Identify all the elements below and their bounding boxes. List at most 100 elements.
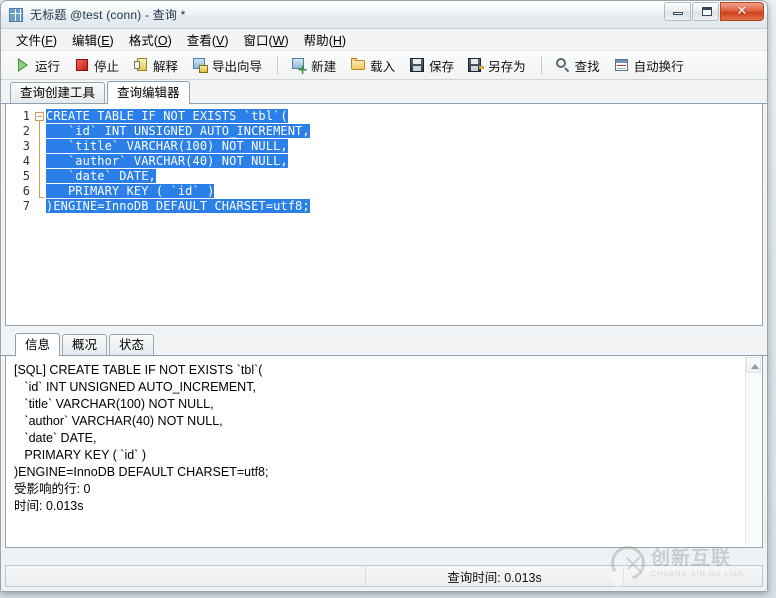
code-line-text: )ENGINE=InnoDB DEFAULT CHARSET=utf8;	[46, 199, 310, 213]
explain-icon	[133, 57, 149, 73]
load-button[interactable]: 载入	[344, 53, 401, 77]
tab-info[interactable]: 信息	[15, 333, 61, 356]
query-window: 无标题 @test (conn) - 查询 * ✕ 文件(F) 编辑(E) 格式…	[0, 0, 768, 592]
close-button[interactable]: ✕	[720, 2, 764, 21]
line-number: 7	[22, 199, 30, 213]
window-title: 无标题 @test (conn) - 查询 *	[30, 8, 186, 22]
menu-item-view[interactable]: 查看(V)	[180, 28, 237, 51]
code-line-text: `title` VARCHAR(100) NOT NULL,	[46, 139, 288, 153]
save-button-label: 保存	[429, 59, 455, 74]
maximize-icon	[702, 7, 712, 16]
line-number: 6	[22, 184, 30, 198]
line-number: 2	[22, 124, 30, 138]
info-panel[interactable]: [SQL] CREATE TABLE IF NOT EXISTS `tbl`( …	[5, 356, 763, 548]
code-line-text: CREATE TABLE IF NOT EXISTS `tbl`(	[46, 109, 288, 123]
stop-icon	[74, 57, 90, 73]
stop-button[interactable]: 停止	[68, 53, 125, 77]
code-line-text: `id` INT UNSIGNED AUTO_INCREMENT,	[46, 124, 310, 138]
tab-profile[interactable]: 概况	[62, 334, 108, 355]
line-number-gutter: 1 2 3 4 5 6 7	[7, 105, 33, 324]
code-folding-column[interactable]	[33, 105, 46, 324]
menu-item-help[interactable]: 帮助(H)	[297, 28, 354, 51]
code-line: `title` VARCHAR(100) NOT NULL,	[46, 139, 761, 154]
menu-label-format: 格式	[128, 34, 154, 48]
code-line-text: `date` DATE,	[46, 169, 156, 183]
close-icon: ✕	[736, 4, 748, 19]
stop-button-label: 停止	[94, 59, 120, 74]
menu-label-window: 窗口	[243, 34, 269, 48]
new-query-button-label: 新建	[311, 59, 337, 74]
explain-button-label: 解释	[153, 59, 179, 74]
menu-mnemonic-help: H	[332, 34, 342, 48]
menu-label-view: 查看	[186, 34, 212, 48]
tab-status[interactable]: 状态	[109, 334, 155, 355]
new-query-icon	[291, 57, 308, 77]
save-as-button[interactable]: 另存为	[462, 53, 532, 77]
menu-bar: 文件(F) 编辑(E) 格式(O) 查看(V) 窗口(W) 帮助(H)	[1, 29, 767, 51]
menu-item-format[interactable]: 格式(O)	[122, 28, 180, 51]
menu-item-window[interactable]: 窗口(W)	[237, 28, 297, 51]
editor-tab-strip: 查询创建工具 查询编辑器	[1, 80, 767, 104]
code-line: PRIMARY KEY ( `id` )	[46, 184, 761, 199]
status-left-cell	[6, 566, 366, 586]
save-icon	[409, 57, 425, 73]
code-line: `id` INT UNSIGNED AUTO_INCREMENT,	[46, 124, 761, 139]
scroll-up-arrow-icon[interactable]	[746, 357, 761, 373]
code-line: )ENGINE=InnoDB DEFAULT CHARSET=utf8;	[46, 199, 761, 214]
new-query-button[interactable]: 新建	[285, 53, 342, 77]
toolbar-separator-1	[277, 56, 279, 74]
save-as-icon	[468, 57, 484, 73]
tab-query-builder[interactable]: 查询创建工具	[10, 82, 106, 103]
toolbar-separator-2	[540, 56, 542, 74]
tab-query-editor[interactable]: 查询编辑器	[107, 81, 190, 104]
export-wizard-icon	[192, 57, 209, 73]
menu-label-edit: 编辑	[72, 34, 98, 48]
collapse-minus-icon[interactable]	[35, 112, 44, 121]
line-number: 1	[22, 109, 30, 123]
explain-button[interactable]: 解释	[127, 53, 184, 77]
run-button[interactable]: 运行	[9, 53, 66, 77]
line-number: 5	[22, 169, 30, 183]
code-line-text: `author` VARCHAR(40) NOT NULL,	[46, 154, 288, 168]
run-button-label: 运行	[35, 59, 61, 74]
status-bar: 查询时间: 0.013s	[5, 565, 763, 587]
code-line-text: PRIMARY KEY ( `id` )	[46, 184, 215, 198]
find-button-label: 查找	[574, 59, 600, 74]
toolbar: 运行 停止 解释 导出向导 新建 载入 保存 另存为	[1, 51, 767, 80]
scrollbar-track[interactable]	[746, 373, 761, 546]
word-wrap-icon	[614, 57, 630, 73]
minimize-icon	[673, 12, 683, 15]
search-icon	[555, 57, 571, 73]
menu-mnemonic-view: V	[215, 34, 225, 48]
menu-item-file[interactable]: 文件(F)	[9, 28, 65, 51]
minimize-button[interactable]	[664, 2, 691, 21]
code-line: CREATE TABLE IF NOT EXISTS `tbl`(	[46, 109, 761, 124]
find-button[interactable]: 查找	[549, 53, 606, 77]
fold-guide-end	[39, 197, 44, 198]
menu-item-edit[interactable]: 编辑(E)	[65, 28, 122, 51]
export-wizard-button-label: 导出向导	[212, 59, 263, 74]
info-log-text: [SQL] CREATE TABLE IF NOT EXISTS `tbl`( …	[14, 363, 269, 513]
word-wrap-button[interactable]: 自动换行	[608, 53, 690, 77]
line-number: 3	[22, 139, 30, 153]
menu-label-help: 帮助	[303, 34, 329, 48]
maximize-button[interactable]	[692, 2, 719, 21]
title-bar[interactable]: 无标题 @test (conn) - 查询 * ✕	[1, 1, 767, 29]
status-right-cell	[624, 566, 762, 586]
table-grid-icon	[8, 7, 24, 23]
word-wrap-button-label: 自动换行	[633, 59, 684, 74]
menu-mnemonic-file: F	[45, 34, 53, 48]
info-panel-scrollbar[interactable]	[745, 357, 761, 546]
menu-mnemonic-window: W	[272, 34, 285, 48]
result-tab-strip: 信息 概况 状态	[1, 332, 767, 356]
sql-editor[interactable]: 1 2 3 4 5 6 7 CREATE TABLE IF NOT EXISTS…	[7, 105, 761, 324]
menu-label-file: 文件	[16, 34, 42, 48]
menu-mnemonic-format: O	[157, 34, 168, 48]
save-button[interactable]: 保存	[403, 53, 460, 77]
fold-guide-line	[39, 121, 40, 197]
export-wizard-button[interactable]: 导出向导	[186, 53, 268, 77]
sql-code-area[interactable]: CREATE TABLE IF NOT EXISTS `tbl`( `id` I…	[46, 105, 761, 324]
sql-editor-panel[interactable]: 1 2 3 4 5 6 7 CREATE TABLE IF NOT EXISTS…	[5, 104, 763, 326]
code-line: `author` VARCHAR(40) NOT NULL,	[46, 154, 761, 169]
window-controls: ✕	[663, 2, 764, 21]
